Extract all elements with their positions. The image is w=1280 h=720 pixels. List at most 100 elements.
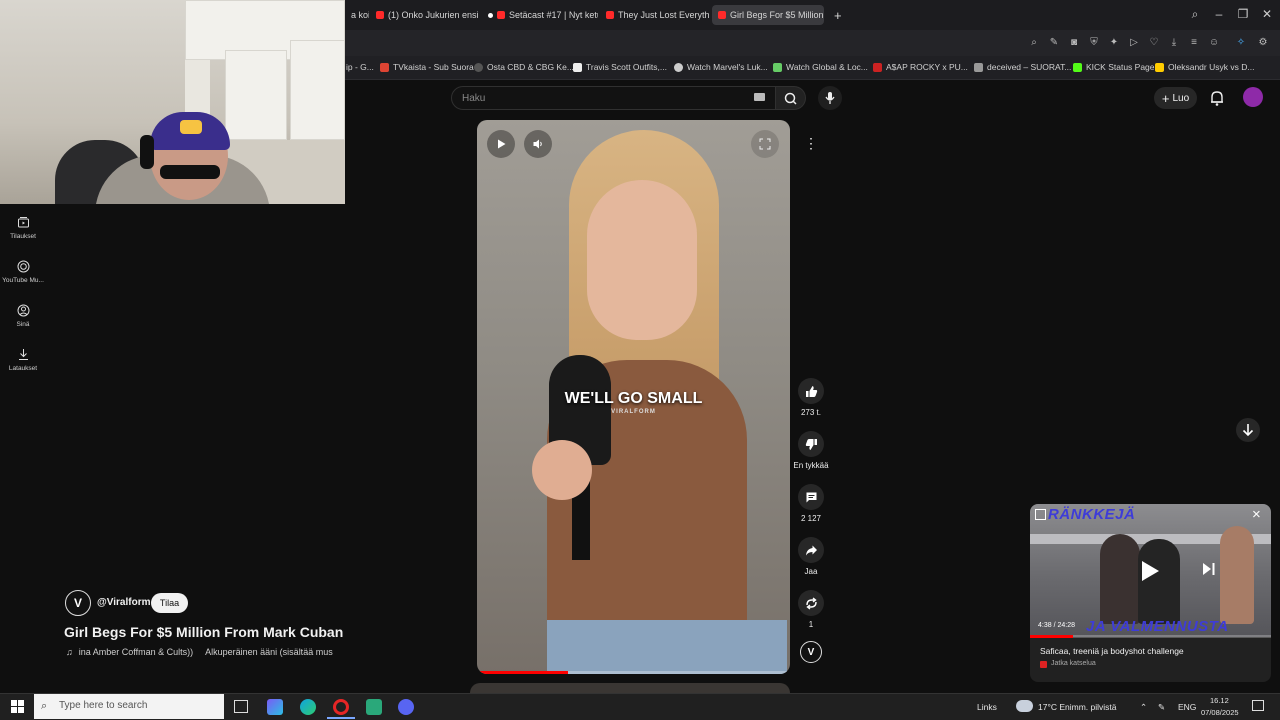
music-info[interactable]: ♫ ina Amber Coffman & Cults)) Alkuperäine…: [66, 647, 333, 657]
comment-icon: [806, 492, 816, 502]
notification-center-icon[interactable]: [1252, 700, 1264, 711]
mini-player[interactable]: RÄNKKEJÄ × JA VALMENNUSTA 4:38 / 24:28 S…: [1030, 504, 1271, 682]
extension-icon[interactable]: ✦: [1107, 36, 1121, 50]
subscribe-button[interactable]: Tilaa: [151, 593, 188, 613]
voice-search-button[interactable]: [818, 86, 842, 110]
next-icon[interactable]: [1202, 562, 1216, 576]
play-button[interactable]: [487, 130, 515, 158]
download-icon[interactable]: ⤓: [1167, 36, 1181, 50]
keyboard-icon[interactable]: [754, 93, 765, 101]
profile-icon[interactable]: ☺: [1207, 36, 1221, 50]
nav-item-you[interactable]: Sinä: [0, 304, 46, 328]
channel-avatar[interactable]: V: [65, 590, 91, 616]
opera-icon[interactable]: [333, 699, 349, 715]
next-video-button[interactable]: [1236, 418, 1260, 442]
network-icon[interactable]: ✎: [1158, 702, 1165, 713]
video-caption: WE'LL GO SMALL: [564, 390, 703, 407]
sound-channel-avatar[interactable]: V: [800, 641, 822, 663]
minimize-button[interactable]: –: [1209, 7, 1229, 21]
clock-date[interactable]: 07/08/2025: [1201, 708, 1239, 717]
bookmark-item[interactable]: Watch Marvel's Luk...: [674, 62, 768, 72]
page-icon: [573, 62, 582, 72]
video-title[interactable]: Girl Begs For $5 Million From Mark Cuban: [64, 624, 343, 640]
browser-tab[interactable]: a koi: [345, 5, 369, 25]
search-button[interactable]: [776, 86, 806, 110]
clock-time[interactable]: 16.12: [1210, 696, 1229, 705]
avatar[interactable]: [1243, 87, 1263, 107]
share-button[interactable]: Jaa: [793, 537, 829, 576]
nav-item-downloads[interactable]: Lataukset: [0, 348, 46, 372]
camera-icon[interactable]: ◙: [1067, 36, 1081, 50]
bookmark-item[interactable]: TVkaista - Sub Suora: [380, 62, 474, 72]
bookmark-item[interactable]: A$AP ROCKY x PU...: [873, 62, 968, 72]
mini-player-subtitle[interactable]: Jatka katselua: [1051, 660, 1096, 667]
browser-tab[interactable]: Setäcast #17 | Nyt ketuttaa: [482, 5, 598, 25]
show-hidden-icons[interactable]: ⌃: [1140, 702, 1147, 713]
heart-icon[interactable]: ♡: [1147, 36, 1161, 50]
site-icon: [773, 62, 782, 72]
hand: [532, 440, 592, 500]
shorts-video-player[interactable]: WE'LL GO SMALL VIRALFORM: [477, 120, 790, 674]
expand-icon[interactable]: [1035, 509, 1046, 520]
ai-icon[interactable]: ✧: [1234, 36, 1248, 50]
dislike-button[interactable]: En tykkää: [793, 431, 829, 470]
bookmark-item[interactable]: KICK Status Page: [1073, 62, 1155, 72]
notifications-button[interactable]: [1209, 89, 1225, 112]
mini-player-title[interactable]: Saficaa, treeniä ja bodyshot challenge: [1040, 646, 1184, 656]
channel-name[interactable]: @Viralform: [97, 597, 150, 608]
task-view-icon[interactable]: [234, 700, 248, 713]
browser-search-icon[interactable]: ⌕: [1185, 7, 1205, 22]
remix-button[interactable]: 1: [793, 590, 829, 629]
restore-button[interactable]: ❐: [1233, 7, 1253, 21]
browser-tab[interactable]: They Just Lost Everything: [600, 5, 710, 25]
app-icon[interactable]: [366, 699, 382, 715]
volume-button[interactable]: [524, 130, 552, 158]
settings-icon[interactable]: ⚙: [1256, 36, 1270, 50]
globe-icon: [674, 62, 683, 72]
bookmark-item[interactable]: ip - G...: [346, 62, 374, 72]
shield-icon[interactable]: ⛨: [1087, 36, 1101, 50]
bookmark-item[interactable]: deceived – SUORAT...: [974, 62, 1071, 72]
new-tab-button[interactable]: +: [828, 5, 844, 25]
nav-item-subscriptions[interactable]: Tilaukset: [0, 216, 46, 240]
bookmark-item[interactable]: Osta CBD & CBG Ke...: [474, 62, 574, 72]
bookmark-item[interactable]: Travis Scott Outfits,...: [573, 62, 667, 72]
comments-button[interactable]: 2 127: [793, 484, 829, 523]
subscriptions-icon: [17, 217, 29, 228]
browser-tab[interactable]: (1) Onko Jukurien ensi ka: [370, 5, 480, 25]
play-icon[interactable]: [1139, 559, 1161, 583]
windows-start-icon[interactable]: [11, 700, 24, 713]
weather-cloud-icon: [1016, 700, 1033, 712]
like-button[interactable]: 273 t.: [793, 378, 829, 417]
menu-icon[interactable]: ≡: [1187, 36, 1201, 50]
nav-item-youtube-music[interactable]: YouTube Mu...: [0, 260, 46, 284]
bookmark-item[interactable]: Oleksandr Usyk vs D...: [1155, 62, 1254, 72]
bookmark-item[interactable]: Watch Global & Loc...: [773, 62, 868, 72]
arrow-down-icon: [1242, 424, 1254, 437]
links-toolbar[interactable]: Links: [977, 702, 997, 712]
headphones: [140, 135, 154, 169]
app-icon[interactable]: [267, 699, 283, 715]
edit-icon[interactable]: ✎: [1047, 36, 1061, 50]
close-window-button[interactable]: ✕: [1257, 7, 1277, 21]
fullscreen-button[interactable]: [751, 130, 779, 158]
find-icon[interactable]: ⌕: [1027, 36, 1041, 50]
bell-icon: [1211, 91, 1223, 106]
browser-tab-active[interactable]: Girl Begs For $5 Million Fr: [712, 5, 824, 25]
create-button[interactable]: + Luo: [1154, 87, 1197, 109]
weather-widget[interactable]: 17°C Enimm. pilvistä: [1038, 702, 1117, 712]
globe-icon: [474, 62, 483, 72]
mini-player-banner-bottom: JA VALMENNUSTA: [1086, 618, 1229, 635]
remix-icon: [805, 596, 817, 610]
edge-icon[interactable]: [300, 699, 316, 715]
more-options-icon[interactable]: ⋮: [801, 133, 821, 153]
next-short-preview[interactable]: [470, 683, 790, 693]
discord-icon[interactable]: [398, 699, 414, 715]
kitchen-cabinet: [225, 50, 287, 140]
play-icon[interactable]: ▷: [1127, 36, 1141, 50]
close-icon[interactable]: ×: [1252, 506, 1261, 523]
language-indicator[interactable]: ENG: [1178, 702, 1196, 712]
search-input[interactable]: Haku: [451, 86, 776, 110]
fighter-figure: [1220, 526, 1254, 624]
taskbar-search-input[interactable]: Type here to search: [34, 694, 224, 719]
